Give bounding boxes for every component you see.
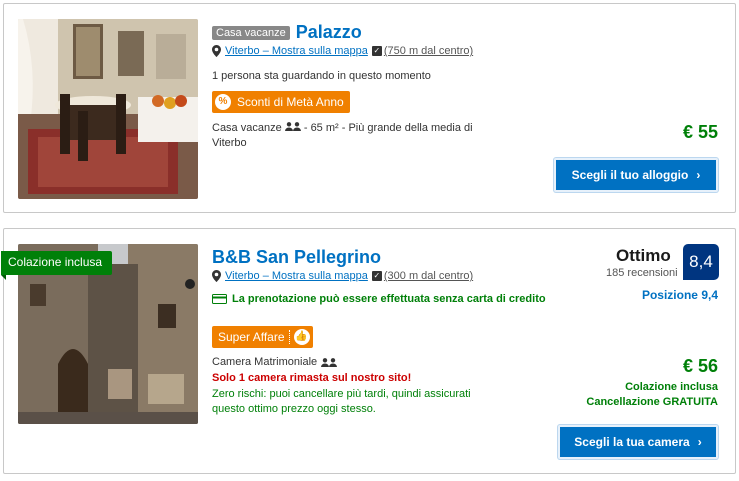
chevron-right-icon: › [697,435,702,449]
cta-label: Scegli il tuo alloggio [571,168,689,182]
distance-from-center[interactable]: (300 m dal centro) [384,270,473,282]
location-row: Viterbo – Mostra sulla mappa ✓ (300 m da… [212,270,473,282]
breakfast-included-label: Colazione inclusa [625,381,718,393]
no-credit-card-row: La prenotazione può essere effettuata se… [212,293,546,305]
location-score: Posizione 9,4 [641,288,718,302]
show-on-map-link[interactable]: Viterbo – Mostra sulla mappa [225,270,368,282]
price: € 55 [682,122,718,142]
scarcity-message: Solo 1 camera rimasta sul nostro sito! [212,372,412,384]
credit-card-icon [212,294,227,304]
review-score-badge[interactable]: 8,4 [683,244,719,280]
breakfast-included-ribbon: Colazione inclusa [1,251,113,280]
property-name-link[interactable]: Palazzo [296,22,362,43]
deal-badge-label: Sconti di Metà Anno [237,95,344,109]
property-photo[interactable] [18,19,198,199]
guests-icon [321,357,338,367]
choose-accommodation-button[interactable]: Scegli il tuo alloggio › [554,158,718,192]
no-credit-card-text: La prenotazione può essere effettuata se… [232,293,546,305]
choose-room-button[interactable]: Scegli la tua camera › [558,425,718,459]
room-details: - 65 m² - Più grande della media di [303,122,473,134]
free-cancellation-label: Cancellazione GRATUITA [586,396,718,408]
price: € 56 [682,356,718,376]
room-info: Camera Matrimoniale [212,356,338,368]
percent-icon: % [215,94,231,110]
title-row: B&B San Pellegrino [212,247,381,268]
map-pin-icon [212,270,221,282]
deal-badge-label: Super Affare [218,330,285,344]
cta-label: Scegli la tua camera [574,435,690,449]
room-details-city: Viterbo [212,137,247,149]
viewers-count: 1 persona sta guardando in questo moment… [212,70,431,82]
deal-badge[interactable]: % Sconti di Metà Anno [212,91,350,113]
property-type-badge: Casa vacanze [212,25,290,40]
chevron-right-icon: › [696,168,701,182]
room-photo-image [18,19,198,199]
guests-icon [284,122,301,131]
room-type: Casa vacanze [212,122,282,134]
badge-divider [288,330,290,344]
property-name-link[interactable]: B&B San Pellegrino [212,247,381,268]
review-count[interactable]: 185 recensioni [606,267,678,279]
checkbox-icon: ✓ [371,271,382,281]
deal-badge[interactable]: Super Affare 👍 [212,326,313,348]
distance-from-center[interactable]: (750 m dal centro) [384,45,473,57]
map-pin-icon [212,45,221,57]
property-card-bb-san-pellegrino: Colazione inclusa B&B San Pellegrino Vit… [1,228,736,474]
show-on-map-link[interactable]: Viterbo – Mostra sulla mappa [225,45,368,57]
review-score-word[interactable]: Ottimo [616,246,671,266]
risk-free-message: Zero rischi: puoi cancellare più tardi, … [212,388,471,415]
thumbs-up-icon: 👍 [293,329,310,345]
property-card-palazzo: Casa vacanze Palazzo Viterbo – Mostra su… [3,3,736,213]
checkbox-icon: ✓ [371,46,382,56]
location-row: Viterbo – Mostra sulla mappa ✓ (750 m da… [212,45,473,57]
room-info: Casa vacanze - 65 m² - Più grande della … [212,121,482,151]
title-row: Casa vacanze Palazzo [212,22,362,43]
room-type: Camera Matrimoniale [212,356,318,368]
